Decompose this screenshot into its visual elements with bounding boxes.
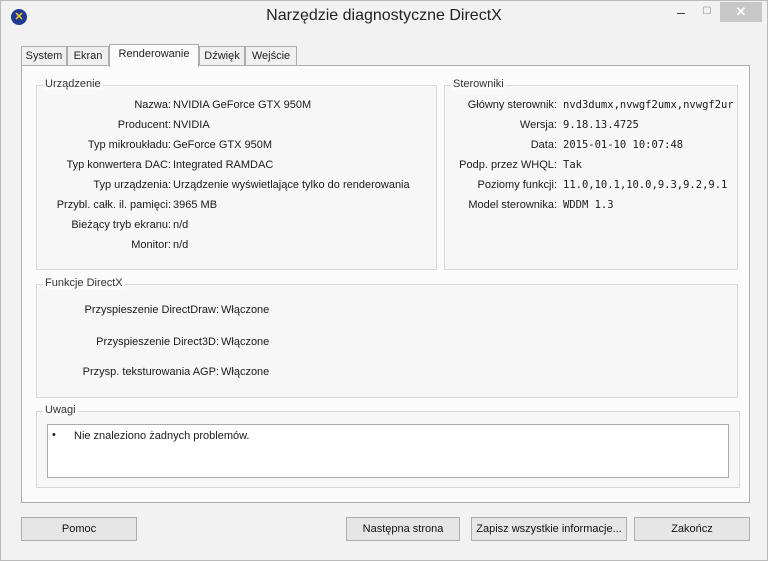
device-manufacturer-label: Producent: — [117, 119, 171, 131]
tab-sound[interactable]: Dźwięk — [199, 46, 245, 66]
directx-features-group: Funkcje DirectX Przyspieszenie DirectDra… — [36, 277, 738, 398]
directx-features-legend: Funkcje DirectX — [43, 277, 125, 289]
notes-textbox[interactable]: • Nie znaleziono żadnych problemów. — [47, 424, 729, 478]
driver-whql-label: Podp. przez WHQL: — [459, 159, 557, 171]
tab-system[interactable]: System — [21, 46, 67, 66]
notes-bullet: • — [52, 429, 56, 441]
notes-group: Uwagi • Nie znaleziono żadnych problemów… — [36, 404, 740, 488]
save-all-info-button[interactable]: Zapisz wszystkie informacje... — [471, 517, 627, 541]
driver-main-label: Główny sterownik: — [467, 99, 557, 111]
window-title: Narzędzie diagnostyczne DirectX — [266, 7, 502, 24]
device-display-mode-label: Bieżący tryb ekranu: — [71, 219, 171, 231]
dxdiag-window: Narzędzie diagnostyczne DirectX – ☐ ✕ Sy… — [0, 0, 768, 561]
agp-texture-accel-label: Przysp. teksturowania AGP: — [82, 366, 219, 378]
next-page-button[interactable]: Następna strona — [346, 517, 460, 541]
device-manufacturer-value: NVIDIA — [173, 119, 210, 131]
agp-texture-accel-value: Włączone — [221, 366, 270, 378]
title-bar[interactable]: Narzędzie diagnostyczne DirectX – ☐ ✕ — [1, 1, 767, 33]
drivers-legend: Sterowniki — [451, 78, 506, 90]
driver-whql-value: Tak — [563, 159, 582, 171]
device-chip-label: Typ mikroukładu: — [87, 139, 171, 151]
device-dac-value: Integrated RAMDAC — [173, 159, 274, 171]
device-name-label: Nazwa: — [134, 99, 171, 111]
notes-item: Nie znaleziono żadnych problemów. — [74, 430, 250, 442]
direct3d-accel-value: Włączone — [221, 336, 270, 348]
device-group: Urządzenie Nazwa: NVIDIA GeForce GTX 950… — [36, 78, 437, 270]
device-memory-label: Przybl. całk. il. pamięci: — [56, 199, 171, 211]
tab-rendering[interactable]: Renderowanie — [109, 44, 199, 67]
device-monitor-label: Monitor: — [131, 239, 171, 251]
device-memory-value: 3965 MB — [173, 199, 218, 211]
device-display-mode-value: n/d — [173, 219, 189, 231]
driver-date-value: 2015-01-10 10:07:48 — [563, 139, 684, 151]
minimize-button[interactable]: – — [668, 2, 694, 22]
driver-version-label: Wersja: — [519, 119, 557, 131]
directdraw-accel-label: Przyspieszenie DirectDraw: — [84, 304, 219, 316]
device-monitor-value: n/d — [173, 239, 189, 251]
driver-feature-levels-label: Poziomy funkcji: — [477, 179, 557, 191]
device-chip-value: GeForce GTX 950M — [173, 139, 273, 151]
direct3d-accel-label: Przyspieszenie Direct3D: — [96, 336, 219, 348]
driver-main-value: nvd3dumx,nvwgf2umx,nvwgf2ur — [563, 99, 733, 111]
device-legend: Urządzenie — [43, 78, 103, 90]
tab-input[interactable]: Wejście — [245, 46, 297, 66]
device-type-label: Typ urządzenia: — [93, 179, 171, 191]
device-dac-label: Typ konwertera DAC: — [66, 159, 171, 171]
driver-date-label: Data: — [530, 139, 557, 151]
help-button[interactable]: Pomoc — [21, 517, 137, 541]
device-name-value: NVIDIA GeForce GTX 950M — [173, 99, 312, 111]
close-button[interactable]: ✕ — [720, 2, 762, 22]
driver-feature-levels-value: 11.0,10.1,10.0,9.3,9.2,9.1 — [563, 179, 728, 191]
drivers-group: Sterowniki Główny sterownik: nvd3dumx,nv… — [444, 78, 738, 270]
rendering-panel: Urządzenie Nazwa: NVIDIA GeForce GTX 950… — [21, 65, 750, 503]
device-type-value: Urządzenie wyświetlające tylko do render… — [173, 179, 410, 191]
driver-model-value: WDDM 1.3 — [563, 199, 614, 211]
notes-legend: Uwagi — [43, 404, 78, 416]
exit-button[interactable]: Zakończ — [634, 517, 750, 541]
directdraw-accel-value: Włączone — [221, 304, 270, 316]
maximize-button[interactable]: ☐ — [694, 2, 720, 22]
tab-screen[interactable]: Ekran — [67, 46, 109, 66]
driver-model-label: Model sterownika: — [468, 199, 557, 211]
driver-version-value: 9.18.13.4725 — [563, 119, 639, 131]
